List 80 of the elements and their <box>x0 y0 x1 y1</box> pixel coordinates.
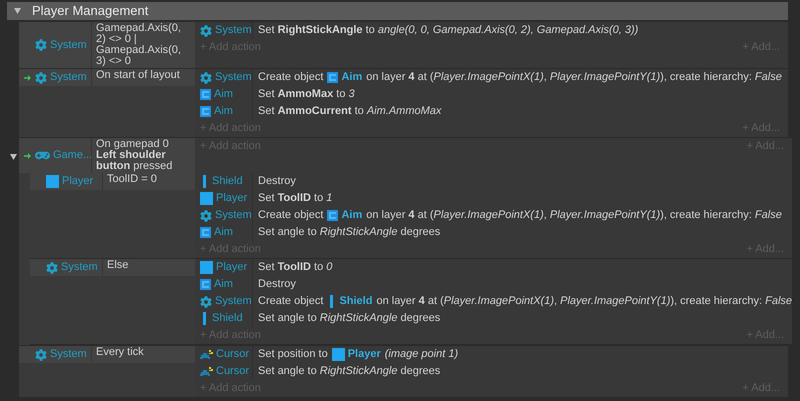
gear-icon <box>200 210 212 222</box>
object-name[interactable]: Aim <box>214 103 233 120</box>
object-name[interactable]: Player <box>216 259 248 276</box>
bar-icon <box>203 175 206 188</box>
square-icon <box>200 192 213 205</box>
caret-icon[interactable] <box>14 8 21 14</box>
bar-icon <box>203 312 206 325</box>
sprite-icon <box>200 89 211 100</box>
object-name[interactable]: Player <box>348 346 381 363</box>
action-text: Destroy <box>258 174 296 190</box>
object-name[interactable]: System <box>50 36 87 54</box>
action-text: Create object <box>258 208 324 224</box>
action-text: Set AmmoCurrent to Aim.AmmoMax <box>258 104 442 120</box>
condition-row[interactable]: System On start of layout <box>19 69 195 86</box>
action-text: Set angle to RightStickAngle degrees <box>258 225 440 240</box>
condition-row[interactable]: Player ToolID = 0 <box>30 173 195 190</box>
object-name[interactable]: Aim <box>214 86 233 103</box>
action-text: on layer 4 at (Player.ImagePointX(1), Player.ImagePointY(1)), create hierarchy: False <box>366 70 782 86</box>
gear-icon <box>46 262 58 274</box>
object-name[interactable]: Game... <box>53 147 92 164</box>
object-name[interactable]: Shield <box>212 310 243 327</box>
sprite-icon <box>200 106 211 117</box>
action-text: on layer 4 at (Player.ImagePointX(1), Player.ImagePointY(1)), create hierarchy: False <box>366 208 782 224</box>
object-name[interactable]: System <box>50 69 87 86</box>
object-name[interactable]: Player <box>62 173 94 190</box>
object-name[interactable]: Aim <box>341 207 362 224</box>
square-icon <box>46 175 59 188</box>
gear-icon <box>35 348 47 360</box>
action-text: Set ToolID to 0 <box>258 260 332 276</box>
action-text: Set angle to RightStickAngle degrees <box>258 364 440 380</box>
object-name[interactable]: Cursor <box>216 346 250 363</box>
condition-text: ToolID = 0 <box>107 173 157 185</box>
gear-icon <box>35 39 47 51</box>
object-name[interactable]: Player <box>216 190 248 207</box>
condition-text: Gamepad.Axis(0, 2) <> 0 | Gamepad.Axis(0, 3) <> 0 <box>96 22 181 67</box>
square-icon <box>332 348 345 361</box>
condition-text: On gamepad 0 Left shoulder button pressed <box>96 138 172 172</box>
pixel-creature-icon <box>200 367 213 376</box>
object-name[interactable]: System <box>215 293 252 310</box>
gear-icon <box>200 72 212 84</box>
object-name[interactable]: Cursor <box>216 363 250 380</box>
square-icon <box>200 261 213 274</box>
object-name[interactable]: System <box>50 346 87 363</box>
gear-icon <box>35 72 47 84</box>
object-name[interactable]: Aim <box>214 224 233 241</box>
action-text: on layer 4 at (Player.ImagePointX(1), Player.ImagePointY(1)), create hierarchy: False <box>376 294 792 310</box>
caret-icon[interactable] <box>10 154 16 160</box>
action-text: Create object <box>258 294 324 310</box>
condition-text: On start of layout <box>96 69 180 81</box>
object-name[interactable]: Shield <box>212 173 243 190</box>
action-text: Set AmmoMax to 3 <box>258 87 355 102</box>
object-name[interactable]: System <box>215 69 252 86</box>
sprite-icon <box>200 279 211 290</box>
object-name[interactable]: System <box>215 207 252 224</box>
gear-icon <box>200 24 212 36</box>
sprite-icon <box>327 210 338 221</box>
condition-row[interactable]: Game... On gamepad 0 Left shoulder button pressed <box>19 138 195 173</box>
action-text: Destroy <box>258 277 296 292</box>
action-text: (image point 1) <box>384 347 458 362</box>
bar-icon <box>330 295 334 308</box>
action-text: Set ToolID to 1 <box>258 191 332 206</box>
object-name[interactable]: Aim <box>341 69 362 86</box>
pixel-creature-icon <box>200 350 213 359</box>
object-name[interactable]: Aim <box>214 276 233 293</box>
sprite-icon <box>200 227 211 238</box>
object-name[interactable]: System <box>215 22 252 39</box>
condition-row[interactable]: System Else <box>30 259 195 276</box>
condition-text: Else <box>107 259 128 271</box>
condition-text: Every tick <box>96 346 144 358</box>
action-text: Set angle to RightStickAngle degrees <box>258 311 440 326</box>
action-text: Create object <box>258 70 324 86</box>
action-text: Set RightStickAngle to angle(0, 0, Gamepad.Axis(0, 2), Gamepad.Axis(0, 3)) <box>258 23 638 38</box>
gear-icon <box>200 296 212 308</box>
sprite-icon <box>327 72 338 83</box>
condition-row[interactable]: System Every tick <box>19 346 195 363</box>
object-name[interactable]: Shield <box>339 293 372 310</box>
object-name[interactable]: System <box>61 259 98 276</box>
group-title: Player Management <box>32 2 148 20</box>
action-text: Set position to <box>258 347 328 362</box>
group-header[interactable]: Player Management <box>7 2 788 21</box>
